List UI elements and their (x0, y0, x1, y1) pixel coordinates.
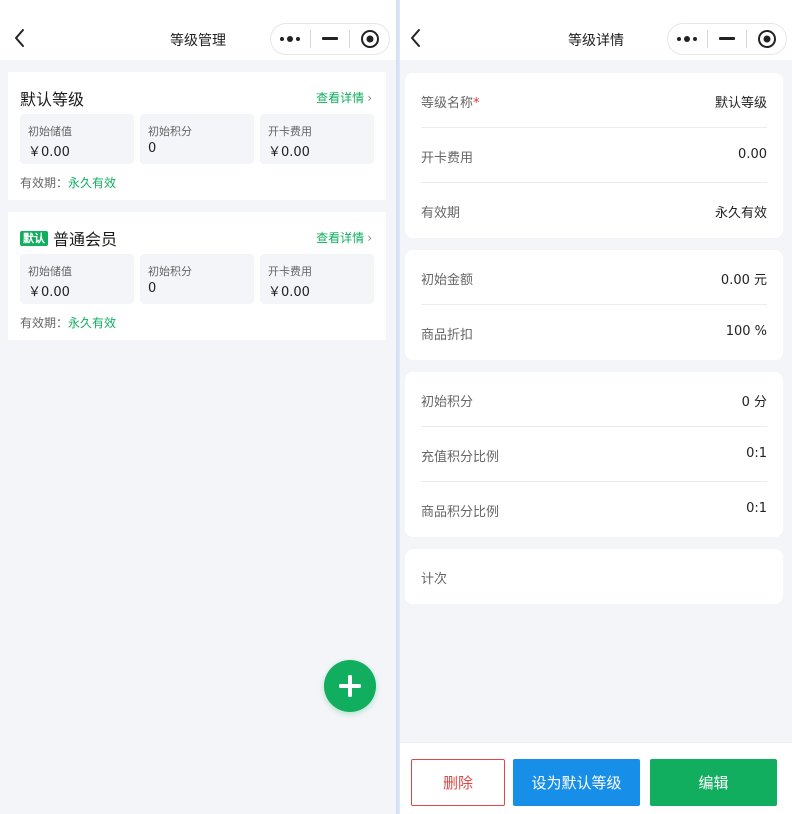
stat-value: ￥0.00 (28, 145, 70, 160)
level-name: 默认 普通会员 (20, 226, 117, 250)
add-level-button[interactable] (324, 660, 376, 712)
row-value: 永久有效 (714, 206, 767, 221)
level-detail-page: 等级详情 等级名称* 默认等级 开卡费用 0.00 有效期 永久有效 初始金额 … (400, 0, 792, 814)
stat-value: ￥0.00 (28, 285, 70, 300)
row-initial-amount: 初始金额 0.00 元 (421, 250, 767, 305)
validity-value: 永久有效 (68, 176, 117, 190)
more-button[interactable] (271, 24, 310, 54)
target-circle-icon (360, 30, 379, 48)
row-label: 商品折扣 (421, 328, 474, 343)
row-value: 100 % (725, 324, 767, 339)
navbar: 等级详情 (400, 0, 792, 60)
row-initial-points: 初始积分 0 分 (421, 372, 767, 427)
stat-value: ￥0.00 (268, 285, 310, 300)
stat-label: 初始储值 (28, 265, 72, 278)
stat-label: 初始积分 (148, 125, 192, 138)
stat-initial-balance: 初始储值 ￥0.00 (20, 254, 134, 304)
row-level-name: 等级名称* 默认等级 (421, 73, 767, 128)
row-value: 0.00 元 (720, 273, 767, 288)
level-name-text: 普通会员 (53, 230, 118, 249)
miniprogram-capsule (667, 23, 787, 55)
required-mark: * (473, 96, 480, 111)
view-details-label: 查看详情 (316, 91, 365, 105)
stat-initial-points: 初始积分 0 (140, 114, 254, 164)
row-value: 0 分 (741, 395, 767, 410)
minimize-button[interactable] (311, 24, 350, 54)
level-management-page: 等级管理 默认等级 查看详情 › 初始储值 ￥0.00 初始积分 0 开卡费用 … (0, 0, 396, 814)
stat-value: ￥0.00 (268, 145, 310, 160)
row-validity: 有效期 永久有效 (421, 183, 767, 238)
default-badge: 默认 (20, 230, 48, 246)
view-details-label: 查看详情 (316, 231, 365, 245)
row-discount: 商品折扣 100 % (421, 305, 767, 360)
stat-label: 开卡费用 (268, 125, 312, 138)
stat-initial-points: 初始积分 0 (140, 254, 254, 304)
level-card: 默认 普通会员 查看详情 › 初始储值 ￥0.00 初始积分 0 开卡费用 ￥0… (8, 212, 386, 340)
points-section: 初始积分 0 分 充值积分比例 0:1 商品积分比例 0:1 (405, 372, 783, 537)
minus-icon (322, 37, 338, 40)
more-dots-icon (677, 36, 698, 42)
row-value: 0:1 (746, 501, 767, 516)
row-value: 默认等级 (714, 96, 767, 111)
minimize-button[interactable] (708, 24, 747, 54)
close-miniprogram-button[interactable] (747, 24, 786, 54)
stat-label: 初始积分 (148, 265, 192, 278)
stat-card-fee: 开卡费用 ￥0.00 (260, 114, 374, 164)
miniprogram-capsule (270, 23, 390, 55)
count-section: 计次 (405, 549, 783, 604)
edit-button[interactable]: 编辑 (650, 759, 777, 806)
more-dots-icon (280, 36, 301, 42)
chevron-right-icon: › (367, 230, 372, 245)
plus-icon (339, 675, 361, 697)
delete-button[interactable]: 删除 (411, 759, 505, 806)
stat-initial-balance: 初始储值 ￥0.00 (20, 114, 134, 164)
row-label: 等级名称* (421, 92, 480, 111)
balance-section: 初始金额 0.00 元 商品折扣 100 % (405, 250, 783, 360)
chevron-right-icon: › (367, 90, 372, 105)
stat-label: 初始储值 (28, 125, 72, 138)
level-card: 默认等级 查看详情 › 初始储值 ￥0.00 初始积分 0 开卡费用 ￥0.00… (8, 72, 386, 200)
validity-label: 有效期： (20, 316, 69, 330)
bottom-action-bar: 删除 设为默认等级 编辑 (400, 742, 792, 814)
row-card-fee: 开卡费用 0.00 (421, 128, 767, 183)
validity-value: 永久有效 (68, 316, 117, 330)
view-details-link[interactable]: 查看详情 › (316, 89, 372, 106)
more-button[interactable] (668, 24, 707, 54)
row-label: 计次 (421, 572, 448, 587)
row-label: 有效期 (421, 206, 461, 221)
validity: 有效期：永久有效 (20, 314, 116, 331)
row-label: 充值积分比例 (421, 450, 500, 465)
validity: 有效期：永久有效 (20, 174, 116, 191)
target-circle-icon (757, 30, 776, 48)
level-name-text: 默认等级 (20, 90, 85, 109)
close-miniprogram-button[interactable] (350, 24, 389, 54)
row-value: 0.00 (738, 147, 767, 162)
row-value: 0:1 (746, 446, 767, 461)
stat-value: 0 (148, 281, 157, 296)
stat-label: 开卡费用 (268, 265, 312, 278)
stat-value: 0 (148, 141, 157, 156)
row-recharge-points-ratio: 充值积分比例 0:1 (421, 427, 767, 482)
row-label: 商品积分比例 (421, 505, 500, 520)
navbar: 等级管理 (0, 0, 396, 60)
set-default-level-button[interactable]: 设为默认等级 (513, 759, 640, 806)
row-count: 计次 (421, 549, 767, 604)
minus-icon (719, 37, 735, 40)
row-label: 初始积分 (421, 395, 474, 410)
view-details-link[interactable]: 查看详情 › (316, 229, 372, 246)
row-label: 开卡费用 (421, 151, 474, 166)
level-name: 默认等级 (20, 86, 84, 110)
row-goods-points-ratio: 商品积分比例 0:1 (421, 482, 767, 537)
row-label: 初始金额 (421, 273, 474, 288)
stat-card-fee: 开卡费用 ￥0.00 (260, 254, 374, 304)
validity-label: 有效期： (20, 176, 69, 190)
basic-info-section: 等级名称* 默认等级 开卡费用 0.00 有效期 永久有效 (405, 73, 783, 238)
row-label-text: 等级名称 (421, 96, 474, 111)
